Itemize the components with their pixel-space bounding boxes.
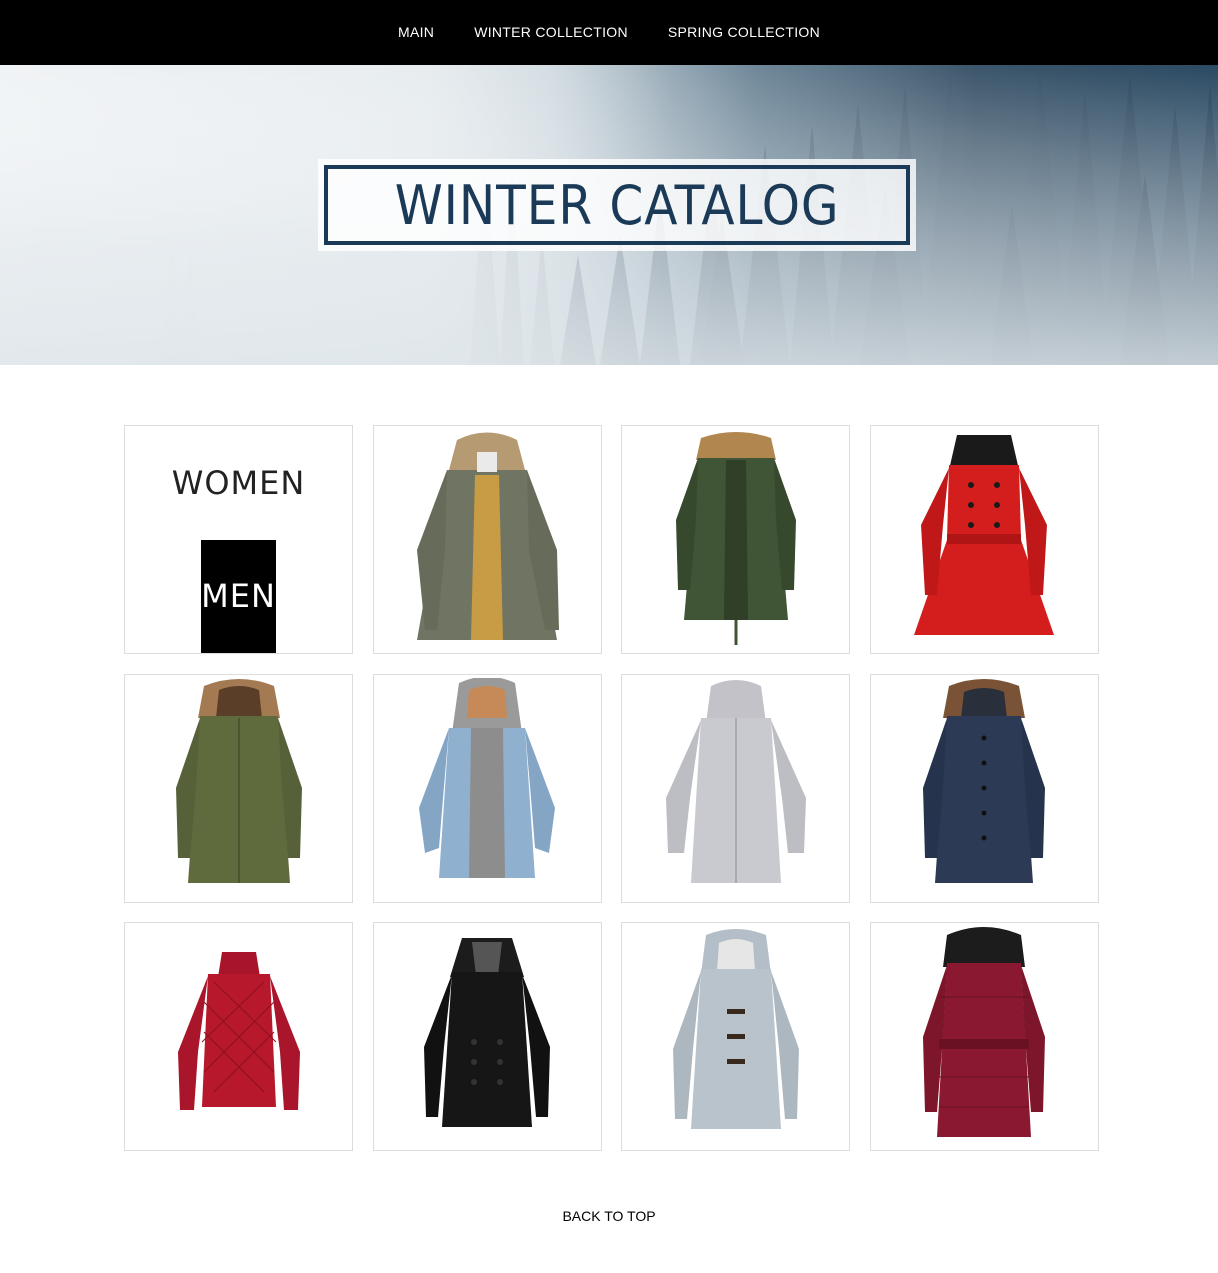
product-card[interactable] [124,922,353,1151]
category-women-button[interactable]: WOMEN [171,426,306,540]
product-card[interactable] [621,673,851,903]
hero-title-frame: WINTER CATALOG [324,165,910,245]
product-card[interactable] [621,425,851,654]
denim-hooded-jacket-icon [419,678,556,878]
olive-parka-fur-hood-icon [417,432,560,640]
product-card[interactable] [372,673,602,903]
product-card[interactable] [869,673,1099,903]
red-double-breasted-coat-icon [914,434,1055,635]
grey-toggle-duffle-coat-icon [672,929,799,1129]
category-men-button[interactable]: MEN [201,539,276,653]
hero-banner: WINTER CATALOG [0,65,1218,365]
red-quilted-puffer-jacket-icon [177,951,300,1110]
black-peacoat-icon [424,937,551,1127]
olive-hooded-parka-icon [175,679,302,883]
product-card[interactable] [869,922,1099,1151]
hero-title: WINTER CATALOG [394,173,840,237]
green-parka-fur-hood-icon [675,431,796,645]
hero-title-box: WINTER CATALOG [318,159,916,251]
navy-hooded-parka-icon [923,679,1046,883]
product-card[interactable] [869,425,1099,654]
top-navigation: MAIN WINTER COLLECTION SPRING COLLECTION [0,0,1218,65]
nav-main[interactable]: MAIN [378,0,454,65]
back-to-top-link[interactable]: BACK TO TOP [562,1208,655,1224]
category-switcher: WOMEN MEN [124,425,353,654]
product-card[interactable] [372,425,602,654]
back-to-top-container: BACK TO TOP [0,1208,1218,1226]
light-grey-rain-jacket-icon [665,680,806,883]
nav-spring-collection[interactable]: SPRING COLLECTION [648,0,840,65]
product-card[interactable] [124,673,353,903]
product-grid: WOMEN MEN [124,425,1099,1151]
burgundy-puffer-coat-icon [923,926,1046,1137]
nav-winter-collection[interactable]: WINTER COLLECTION [454,0,648,65]
product-card[interactable] [372,922,602,1151]
product-card[interactable] [621,922,851,1151]
